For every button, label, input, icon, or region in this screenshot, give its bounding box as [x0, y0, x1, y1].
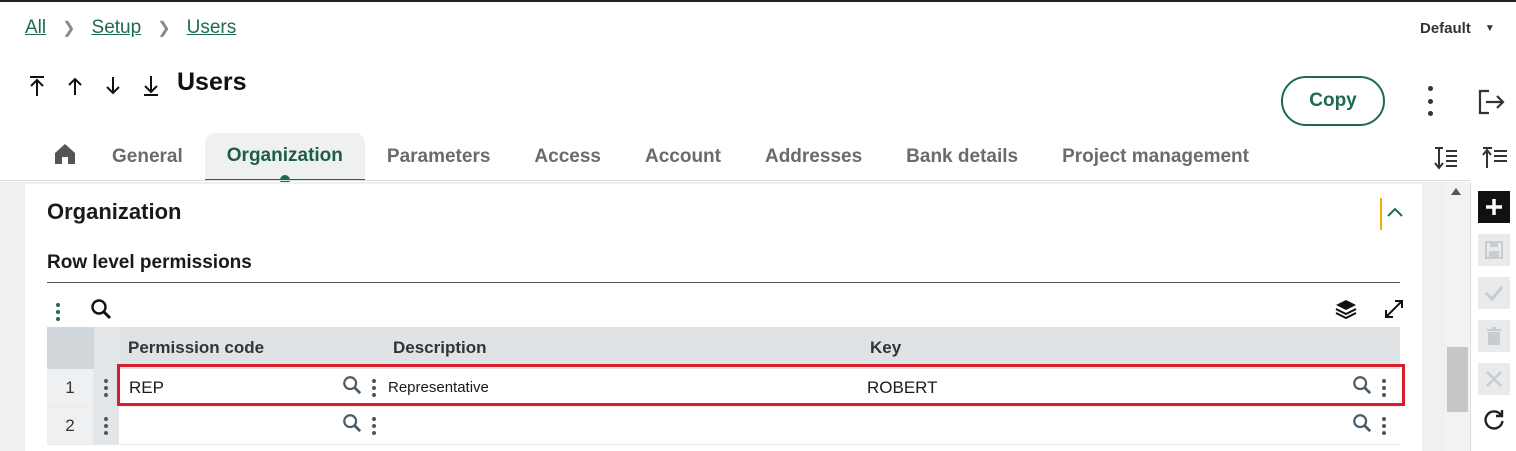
delete-icon[interactable] [1478, 320, 1510, 352]
view-selector[interactable]: Default ▼ [1420, 20, 1495, 37]
cell-menu-icon[interactable] [1382, 378, 1386, 397]
tab-divider [0, 180, 1470, 181]
row-menu-icon[interactable] [93, 407, 119, 444]
grid-menu-icon[interactable] [56, 302, 62, 321]
collapse-section-button[interactable] [1380, 198, 1408, 230]
column-header-description[interactable]: Description [393, 327, 870, 369]
breadcrumb: All ❯ Setup ❯ Users [25, 17, 236, 39]
cancel-icon[interactable] [1478, 363, 1510, 395]
cell-description[interactable]: Representative [384, 369, 861, 406]
refresh-icon[interactable] [1478, 404, 1510, 436]
cell-permission-code[interactable] [119, 407, 384, 444]
subsection-title: Row level permissions [47, 252, 252, 273]
search-icon[interactable] [1352, 375, 1372, 400]
column-header-key[interactable]: Key [870, 327, 1400, 369]
breadcrumb-setup[interactable]: Setup [92, 17, 142, 39]
cell-permission-code[interactable]: REP [119, 369, 384, 406]
tab-parameters[interactable]: Parameters [365, 133, 513, 181]
search-icon[interactable] [342, 413, 362, 438]
description-value: Representative [388, 379, 489, 396]
last-record-icon[interactable] [139, 74, 163, 98]
tab-project-management[interactable]: Project management [1040, 133, 1271, 181]
previous-record-icon[interactable] [63, 74, 87, 98]
table-row[interactable]: 2 [47, 407, 1400, 445]
view-selector-label: Default [1420, 20, 1471, 37]
cell-menu-icon[interactable] [372, 416, 376, 435]
first-record-icon[interactable] [25, 74, 49, 98]
row-menu-icon[interactable] [93, 369, 119, 406]
save-icon[interactable] [1478, 234, 1510, 266]
column-header-permission-code[interactable]: Permission code [120, 327, 393, 369]
cell-key[interactable] [861, 407, 1400, 444]
grid-toolbar [56, 298, 112, 325]
row-number: 2 [47, 407, 93, 444]
cell-menu-icon[interactable] [1382, 416, 1386, 435]
page-title: Users [177, 68, 247, 96]
key-value: ROBERT [867, 377, 938, 397]
toolbar-divider [1470, 182, 1471, 451]
search-icon[interactable] [1352, 413, 1372, 438]
row-menu-header [93, 327, 120, 369]
chevron-up-icon [1386, 205, 1404, 223]
tab-organization[interactable]: Organization [204, 133, 365, 185]
sort-icon[interactable] [1434, 145, 1458, 176]
tab-access[interactable]: Access [512, 133, 623, 181]
search-icon[interactable] [90, 298, 112, 325]
search-icon[interactable] [342, 375, 362, 400]
cell-key[interactable]: ROBERT [861, 369, 1400, 406]
caret-down-icon: ▼ [1484, 23, 1495, 34]
permission-code-value: REP [129, 377, 164, 397]
table-row[interactable]: 1 REP Representative ROBERT [47, 369, 1400, 407]
cell-description[interactable] [384, 407, 861, 444]
chevron-right-icon: ❯ [157, 20, 171, 37]
scroll-up-icon[interactable] [1451, 188, 1461, 195]
expand-icon[interactable] [1383, 298, 1405, 325]
scrollbar-thumb[interactable] [1447, 347, 1468, 412]
row-number: 1 [47, 369, 93, 406]
tab-bar: General Organization Parameters Access A… [45, 133, 1271, 185]
subsection-divider [47, 282, 1400, 283]
home-icon [53, 142, 77, 172]
chevron-right-icon: ❯ [62, 20, 76, 37]
next-record-icon[interactable] [101, 74, 125, 98]
collapse-all-icon[interactable] [1482, 145, 1508, 176]
breadcrumb-users[interactable]: Users [187, 17, 237, 39]
layers-icon[interactable] [1335, 298, 1357, 325]
tab-general[interactable]: General [90, 133, 205, 181]
more-actions-icon[interactable] [1420, 86, 1440, 116]
copy-button[interactable]: Copy [1281, 76, 1385, 126]
cell-menu-icon[interactable] [372, 378, 376, 397]
breadcrumb-all[interactable]: All [25, 17, 46, 39]
tab-home[interactable] [45, 133, 90, 181]
grid-toolbar-right [1335, 298, 1405, 325]
tab-addresses[interactable]: Addresses [743, 133, 884, 181]
tab-account[interactable]: Account [623, 133, 743, 181]
permissions-table: Permission code Description Key 1 REP Re… [47, 327, 1400, 445]
record-navigation [25, 74, 163, 98]
add-icon[interactable] [1478, 191, 1510, 223]
section-title: Organization [47, 199, 182, 224]
table-header: Permission code Description Key [47, 327, 1400, 369]
check-icon[interactable] [1478, 277, 1510, 309]
exit-icon[interactable] [1476, 87, 1506, 122]
tab-bank-details[interactable]: Bank details [884, 133, 1040, 181]
row-number-header [47, 327, 93, 369]
